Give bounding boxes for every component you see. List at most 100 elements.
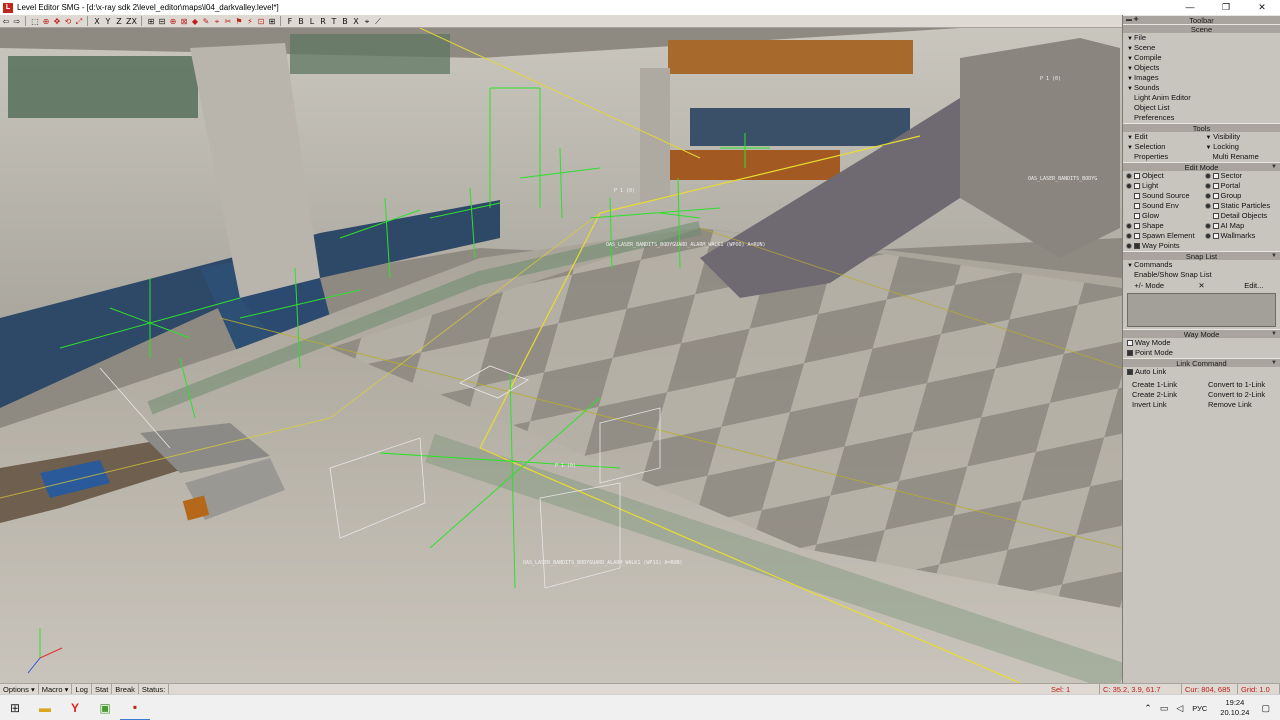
mode-checkbox[interactable] — [1212, 193, 1219, 199]
network-icon[interactable]: ▭ — [1160, 703, 1169, 714]
visibility-eye-icon[interactable] — [1126, 193, 1132, 199]
scene-menu-file[interactable]: ▼File — [1123, 33, 1280, 43]
snap-clear-button[interactable]: ✕ — [1175, 280, 1227, 291]
mode-checkbox[interactable] — [1134, 243, 1140, 249]
edit-mode-detail-objects[interactable]: Detail Objects — [1202, 211, 1280, 221]
notifications-icon[interactable]: ▢ — [1261, 703, 1270, 714]
break-button[interactable]: Break — [112, 683, 139, 695]
mode-checkbox[interactable] — [1134, 203, 1140, 209]
edit-mode-sound-source[interactable]: Sound Source — [1123, 191, 1202, 201]
scene-link-0[interactable]: Light Anim Editor — [1123, 93, 1280, 103]
notes-app-icon[interactable]: ▣ — [90, 695, 120, 720]
clock[interactable]: 19:24 20.10.24 — [1220, 698, 1249, 718]
toolbar-button-6[interactable]: ⤢ — [74, 16, 84, 27]
toolbar-button-10[interactable]: ZX — [125, 16, 138, 27]
toolbar-button-13[interactable]: ⊕ — [168, 16, 178, 27]
link-convert-to-2-link-button[interactable]: Convert to 2-Link — [1204, 390, 1280, 400]
snap-list-box[interactable] — [1127, 293, 1276, 327]
link-create-1-link-button[interactable]: Create 1-Link — [1123, 380, 1204, 390]
edit-mode-portal[interactable]: Portal — [1202, 181, 1280, 191]
3d-viewport[interactable]: OAS_LASER_BANDITS_BODYGUARD_ALARM_WALK1 … — [0, 28, 1122, 683]
visibility-eye-icon[interactable] — [1204, 203, 1211, 209]
snap-commands[interactable]: ▼Commands — [1123, 260, 1280, 270]
visibility-eye-icon[interactable] — [1204, 193, 1211, 199]
link-remove-link-button[interactable]: Remove Link — [1204, 400, 1280, 410]
toolbar-button-30[interactable]: ⌖ — [362, 16, 372, 27]
toolbar-button-22[interactable]: ⊞ — [267, 16, 277, 27]
tools-item-selection[interactable]: ▼ Selection — [1123, 142, 1202, 152]
link-convert-to-1-link-button[interactable]: Convert to 1-Link — [1204, 380, 1280, 390]
edit-mode-group[interactable]: Group — [1202, 191, 1280, 201]
toolbar-button-2[interactable]: ⬚ — [30, 16, 40, 27]
mode-checkbox[interactable] — [1134, 183, 1140, 189]
tools-item-multi-rename[interactable]: Multi Rename — [1202, 152, 1280, 162]
toolbar-button-23[interactable]: F — [285, 16, 295, 27]
edit-mode-spawn-element[interactable]: Spawn Element — [1123, 231, 1202, 241]
tools-item-visibility[interactable]: ▼ Visibility — [1202, 132, 1280, 142]
toolbar-button-5[interactable]: ⟲ — [63, 16, 73, 27]
mode-checkbox[interactable] — [1212, 213, 1219, 219]
snap-list-header[interactable]: Snap List ▼ — [1123, 251, 1280, 261]
toolbar-button-16[interactable]: ✎ — [201, 16, 211, 27]
mode-checkbox[interactable] — [1212, 203, 1219, 209]
mode-checkbox[interactable] — [1134, 193, 1140, 199]
edit-mode-shape[interactable]: Shape — [1123, 221, 1202, 231]
toolbar-button-20[interactable]: ⚡ — [245, 16, 255, 27]
toolbar-button-21[interactable]: ⊡ — [256, 16, 266, 27]
mode-checkbox[interactable] — [1134, 213, 1140, 219]
visibility-eye-icon[interactable] — [1126, 243, 1132, 249]
tools-item-locking[interactable]: ▼ Locking — [1202, 142, 1280, 152]
toolbar-button-14[interactable]: ⊠ — [179, 16, 189, 27]
mode-checkbox[interactable] — [1212, 223, 1219, 229]
mode-checkbox[interactable] — [1134, 173, 1140, 179]
visibility-eye-icon[interactable] — [1126, 203, 1132, 209]
toolbar-button-15[interactable]: ◆ — [190, 16, 200, 27]
toolbar-button-0[interactable]: ⇦ — [1, 16, 11, 27]
language-indicator[interactable]: РУС — [1192, 704, 1207, 713]
visibility-eye-icon[interactable] — [1205, 213, 1211, 219]
link-command-header[interactable]: Link Command ▼ — [1123, 358, 1280, 368]
toolbar-button-25[interactable]: L — [307, 16, 317, 27]
toolbar-button-9[interactable]: Z — [114, 16, 124, 27]
scene-menu-sounds[interactable]: ▼Sounds — [1123, 83, 1280, 93]
edit-mode-ai-map[interactable]: AI Map — [1202, 221, 1280, 231]
scene-header[interactable]: Scene — [1123, 24, 1280, 34]
toolbar-button-24[interactable]: B — [296, 16, 306, 27]
edit-mode-header[interactable]: Edit Mode ▼ — [1123, 162, 1280, 172]
visibility-eye-icon[interactable] — [1126, 173, 1132, 179]
mode-checkbox[interactable] — [1134, 233, 1140, 239]
snap-mode-button[interactable]: +/- Mode — [1123, 280, 1175, 291]
restore-button[interactable]: ❐ — [1208, 0, 1244, 15]
auto-link-checkbox[interactable]: Auto Link — [1123, 367, 1280, 377]
mode-checkbox[interactable] — [1134, 223, 1140, 229]
visibility-eye-icon[interactable] — [1204, 173, 1211, 179]
scene-menu-images[interactable]: ▼Images — [1123, 73, 1280, 83]
edit-mode-wallmarks[interactable]: Wallmarks — [1202, 231, 1280, 241]
tools-header[interactable]: Tools — [1123, 123, 1280, 133]
scene-menu-compile[interactable]: ▼Compile — [1123, 53, 1280, 63]
edit-mode-light[interactable]: Light — [1123, 181, 1202, 191]
toolbar-button-1[interactable]: ⇨ — [12, 16, 22, 27]
point-mode-radio[interactable]: Point Mode — [1123, 348, 1280, 358]
toolbar-button-19[interactable]: ⚑ — [234, 16, 244, 27]
mode-checkbox[interactable] — [1212, 173, 1219, 179]
tools-item-edit[interactable]: ▼ Edit — [1123, 132, 1202, 142]
stat-button[interactable]: Stat — [92, 683, 113, 695]
visibility-eye-icon[interactable] — [1126, 223, 1132, 229]
mode-checkbox[interactable] — [1212, 233, 1219, 239]
log-button[interactable]: Log — [72, 683, 92, 695]
close-button[interactable]: ✕ — [1244, 0, 1280, 15]
edit-mode-object[interactable]: Object — [1123, 171, 1202, 181]
scene-menu-scene[interactable]: ▼Scene — [1123, 43, 1280, 53]
file-explorer-icon[interactable]: ▬ — [30, 695, 60, 720]
visibility-eye-icon[interactable] — [1126, 183, 1132, 189]
tray-chevron-icon[interactable]: ⌃ — [1144, 703, 1152, 714]
options-menu[interactable]: Options ▾ — [0, 683, 39, 695]
link-create-2-link-button[interactable]: Create 2-Link — [1123, 390, 1204, 400]
visibility-eye-icon[interactable] — [1126, 213, 1132, 219]
level-editor-task-icon[interactable]: ▪ — [120, 695, 150, 720]
edit-mode-static-particles[interactable]: Static Particles — [1202, 201, 1280, 211]
toolbar-button-8[interactable]: Y — [103, 16, 113, 27]
toolbar-button-31[interactable]: ⟋ — [373, 16, 383, 27]
yandex-browser-icon[interactable]: Y — [60, 695, 90, 720]
